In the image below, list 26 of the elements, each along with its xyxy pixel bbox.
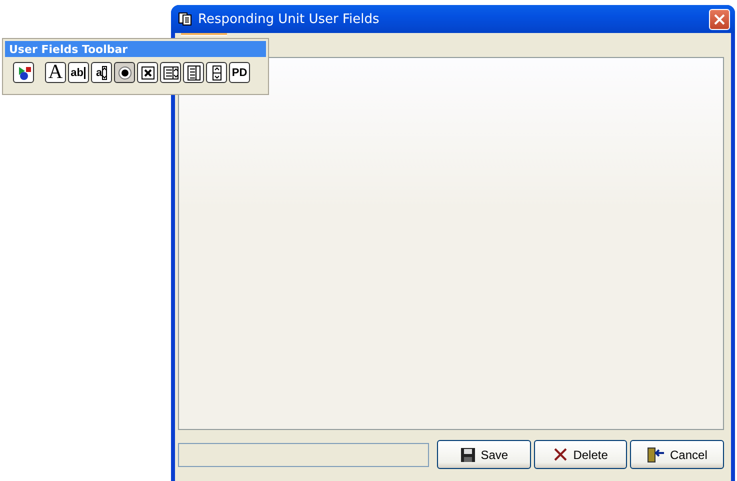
door-exit-icon: [647, 446, 665, 462]
toolbar-title: User Fields Toolbar: [5, 41, 266, 57]
cursor-icon: [83, 66, 86, 78]
tool-button[interactable]: A: [45, 62, 66, 83]
list-box-tool[interactable]: [183, 62, 204, 83]
radio-button-tool[interactable]: [114, 62, 135, 83]
window-title: Responding Unit User Fields: [198, 12, 380, 26]
radio-button-icon: [116, 64, 132, 80]
checkbox-tool[interactable]: [137, 62, 158, 83]
text-box-tool[interactable]: ab: [68, 62, 89, 83]
checkbox-icon: [140, 64, 156, 80]
pointer-tool[interactable]: [13, 62, 34, 83]
spinner-tool[interactable]: [206, 62, 227, 83]
scroll-arrows-icon: [102, 66, 108, 80]
delete-button[interactable]: Delete: [534, 440, 628, 469]
combo-box-icon: [162, 64, 178, 80]
save-button[interactable]: Save: [437, 440, 531, 469]
combo-box-tool[interactable]: [160, 62, 181, 83]
close-button[interactable]: [709, 8, 730, 30]
tool-button[interactable]: PD: [229, 62, 250, 83]
list-box-tool[interactable]: a: [91, 62, 112, 83]
window-icon: [178, 12, 192, 26]
cancel-button[interactable]: Cancel: [630, 440, 724, 469]
cross-icon: [553, 447, 568, 462]
close-icon: [714, 14, 725, 24]
list-box-icon: [186, 64, 202, 80]
